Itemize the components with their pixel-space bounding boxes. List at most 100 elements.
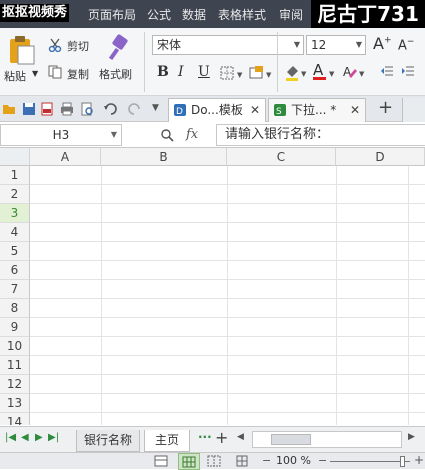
row-header[interactable]: 4 xyxy=(0,223,30,242)
open-folder-icon[interactable] xyxy=(2,102,16,116)
format-painter-icon[interactable] xyxy=(108,34,130,62)
paste-dropdown-icon[interactable]: ▼ xyxy=(32,69,38,78)
grid-line xyxy=(30,184,425,185)
copy-button[interactable]: 复制 xyxy=(67,66,89,82)
save-icon[interactable] xyxy=(22,102,36,116)
paste-button[interactable] xyxy=(6,34,36,66)
increase-font-icon[interactable]: A+ xyxy=(373,34,392,53)
row-header[interactable]: 14 xyxy=(0,413,30,425)
new-tab-button[interactable]: + xyxy=(378,97,393,118)
last-sheet-icon[interactable]: ▶| xyxy=(48,432,59,443)
export-pdf-icon[interactable] xyxy=(40,102,54,116)
row-header[interactable]: 11 xyxy=(0,356,30,375)
scrollbar-thumb[interactable] xyxy=(271,434,311,445)
scroll-right-icon[interactable]: ▶ xyxy=(408,432,415,442)
copy-icon[interactable] xyxy=(48,65,62,79)
row-header[interactable]: 7 xyxy=(0,280,30,299)
horizontal-scrollbar[interactable] xyxy=(252,431,402,448)
grid-line xyxy=(30,241,425,242)
formula-input[interactable]: 请输入银行名称： xyxy=(216,124,425,146)
grid-line xyxy=(30,355,425,356)
column-header-c[interactable]: C xyxy=(227,148,336,166)
row-header[interactable]: 9 xyxy=(0,318,30,337)
menu-review[interactable]: 审阅 xyxy=(279,6,303,23)
doc-tab-template[interactable]: D Do...模板 ✕ xyxy=(168,98,266,122)
decrease-indent-icon[interactable] xyxy=(380,65,394,79)
paste-label[interactable]: 粘贴 xyxy=(4,68,26,84)
svg-text:▼: ▼ xyxy=(237,71,243,79)
row-header[interactable]: 2 xyxy=(0,185,30,204)
row-header[interactable]: 6 xyxy=(0,261,30,280)
increase-indent-icon[interactable] xyxy=(401,65,415,79)
prev-sheet-icon[interactable]: ◀ xyxy=(21,432,29,443)
cut-button[interactable]: 剪切 xyxy=(67,38,89,54)
paste-icon xyxy=(10,36,35,65)
font-size-value: 12 xyxy=(311,38,327,52)
spreadsheet-grid[interactable]: A B C D 1 2 3 4 5 6 7 8 9 10 11 12 13 14 xyxy=(0,148,425,425)
page-break-view-button[interactable] xyxy=(178,453,200,470)
font-name-value: 宋体 xyxy=(157,38,182,52)
close-icon[interactable]: ✕ xyxy=(350,99,360,121)
page-layout-view-icon[interactable] xyxy=(207,455,221,467)
zoom-slider[interactable] xyxy=(330,461,410,462)
menu-page-layout[interactable]: 页面布局 xyxy=(88,6,136,23)
next-sheet-icon[interactable]: ▶ xyxy=(35,432,43,443)
writer-doc-icon: D xyxy=(174,104,186,117)
redo-icon[interactable] xyxy=(128,102,142,116)
decrease-font-icon[interactable]: A− xyxy=(398,37,414,53)
overlay-tag: 尼古丁731 xyxy=(311,0,425,28)
select-all-corner[interactable] xyxy=(0,148,30,166)
clear-format-icon[interactable]: A ▼ xyxy=(342,64,368,80)
borders-icon[interactable]: ▼ xyxy=(220,66,246,80)
font-size-select[interactable]: 12 ▼ xyxy=(306,35,366,55)
zoom-out-icon[interactable]: − xyxy=(318,454,327,467)
column-header-b[interactable]: B xyxy=(101,148,227,166)
tab-menu-button[interactable] xyxy=(402,98,425,122)
row-header[interactable]: 10 xyxy=(0,337,30,356)
row-header[interactable]: 8 xyxy=(0,299,30,318)
row-header[interactable]: 13 xyxy=(0,394,30,413)
menu-table-style[interactable]: 表格样式 xyxy=(218,6,266,23)
zoom-slider-thumb[interactable] xyxy=(400,456,405,467)
column-header-d[interactable]: D xyxy=(336,148,425,166)
svg-text:D: D xyxy=(176,107,183,117)
font-name-select[interactable]: 宋体 ▼ xyxy=(152,35,304,55)
scroll-left-icon[interactable]: ◀ xyxy=(237,432,244,442)
bold-button[interactable]: B xyxy=(157,64,169,80)
close-icon[interactable]: ✕ xyxy=(250,99,260,121)
svg-text:▼: ▼ xyxy=(359,70,365,78)
first-sheet-icon[interactable]: |◀ xyxy=(5,432,16,443)
svg-text:A: A xyxy=(313,62,324,79)
format-painter-button[interactable]: 格式刷 xyxy=(99,66,132,82)
sheet-tab-bank-name[interactable]: 银行名称 xyxy=(76,430,140,452)
reading-mode-icon[interactable]: ▼ xyxy=(236,455,250,467)
scissors-icon[interactable] xyxy=(48,38,62,52)
row-header[interactable]: 1 xyxy=(0,166,30,185)
sheet-tab-home[interactable]: 主页 xyxy=(144,430,190,452)
name-box[interactable]: H3 ▼ xyxy=(0,124,122,146)
font-color-icon[interactable]: A ▼ xyxy=(312,62,338,82)
undo-icon[interactable] xyxy=(103,102,117,116)
underline-button[interactable]: U xyxy=(198,64,210,80)
zoom-in-button[interactable]: + xyxy=(414,453,424,467)
row-header[interactable]: 3 xyxy=(0,204,30,223)
cell-style-icon[interactable]: ▼ xyxy=(249,65,275,81)
menu-data[interactable]: 数据 xyxy=(182,6,206,23)
row-header[interactable]: 12 xyxy=(0,375,30,394)
add-sheet-button[interactable]: + xyxy=(215,428,228,447)
chevron-down-icon: ▼ xyxy=(110,130,117,139)
fill-color-icon[interactable]: ▼ xyxy=(284,64,310,82)
zoom-search-icon[interactable] xyxy=(160,128,174,142)
italic-button[interactable]: I xyxy=(178,64,184,80)
zoom-out-button[interactable]: − xyxy=(262,454,271,467)
doc-tab-dropdown[interactable]: S 下拉... * ✕ xyxy=(268,98,366,122)
normal-view-icon[interactable] xyxy=(154,455,168,467)
print-icon[interactable] xyxy=(60,102,74,116)
column-header-a[interactable]: A xyxy=(30,148,101,166)
row-header[interactable]: 5 xyxy=(0,242,30,261)
print-preview-icon[interactable] xyxy=(80,102,94,116)
more-sheets-icon[interactable]: ··· xyxy=(198,430,212,444)
menu-formulas[interactable]: 公式 xyxy=(147,6,171,23)
function-icon[interactable]: fx xyxy=(186,127,198,142)
qa-dropdown-icon[interactable]: ▼ xyxy=(152,103,159,113)
